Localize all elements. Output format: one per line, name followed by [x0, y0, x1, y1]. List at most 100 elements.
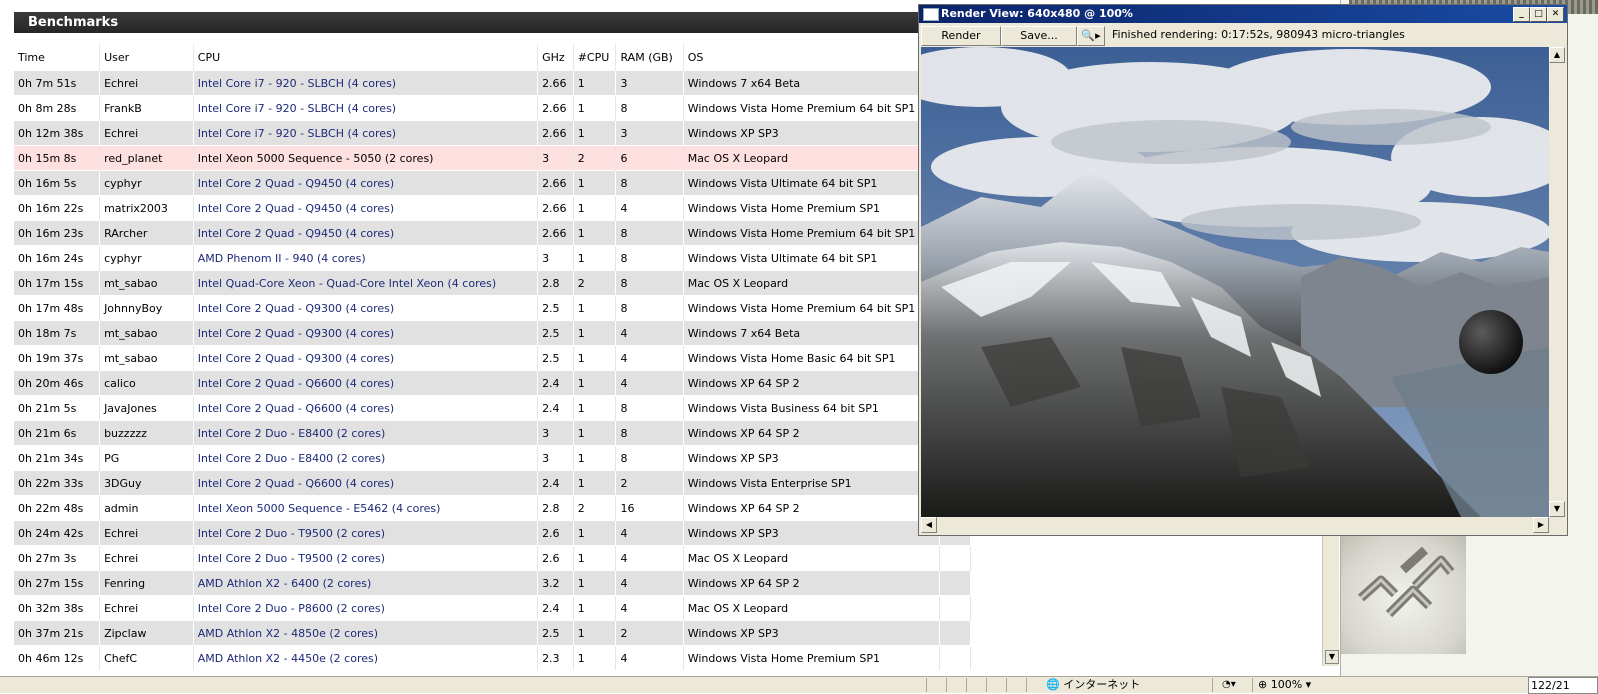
close-icon[interactable]: ✕	[1547, 7, 1564, 22]
cell-cpu[interactable]: Intel Core 2 Duo - E8400 (2 cores)	[193, 445, 539, 471]
render-view-toolbar: Render Save... 🔍▸ Finished rendering: 0:…	[919, 24, 1567, 46]
cell-os: Windows XP 64 SP 2	[683, 495, 941, 521]
table-row: 0h 37m 21s Zipclaw AMD Athlon X2 - 4850e (…	[14, 620, 971, 646]
table-row: 0h 24m 42s Echrei Intel Core 2 Duo - T9500…	[14, 520, 971, 546]
scroll-left-icon[interactable]: ◀	[921, 517, 937, 533]
cell-cpu[interactable]: Intel Quad-Core Xeon - Quad-Core Intel X…	[193, 270, 539, 296]
save-button[interactable]: Save...	[1001, 26, 1077, 46]
cell-cpu[interactable]: Intel Core 2 Quad - Q6600 (4 cores)	[193, 370, 539, 396]
cell-time: 0h 21m 5s	[14, 395, 101, 421]
cell-ram: 16	[615, 495, 684, 521]
cell-cpu[interactable]: AMD Athlon X2 - 4850e (2 cores)	[193, 620, 539, 646]
render-horizontal-scrollbar[interactable]: ◀ ▶	[921, 517, 1549, 533]
cell-cpu[interactable]: Intel Core 2 Quad - Q9450 (4 cores)	[193, 220, 539, 246]
maximize-icon[interactable]: □	[1530, 7, 1547, 22]
cell-cpu[interactable]: Intel Core i7 - 920 - SLBCH (4 cores)	[193, 70, 539, 96]
render-vertical-scrollbar[interactable]: ▲ ▼	[1549, 47, 1565, 517]
cell-ghz: 2.5	[537, 295, 574, 321]
cell-time: 0h 21m 34s	[14, 445, 101, 471]
cell-ncpu: 1	[573, 120, 617, 146]
cell-ghz: 2.66	[537, 220, 574, 246]
protected-mode-icon[interactable]: ◔▾	[1222, 677, 1236, 692]
cell-cpu[interactable]: Intel Core 2 Quad - Q6600 (4 cores)	[193, 395, 539, 421]
cell-os: Windows Vista Home Premium SP1	[683, 195, 941, 221]
table-row: 0h 27m 15s Fenring AMD Athlon X2 - 6400 (2…	[14, 570, 971, 596]
table-row: 0h 46m 12s ChefC AMD Athlon X2 - 4450e (2 …	[14, 645, 971, 670]
cell-cpu[interactable]: Intel Core 2 Duo - E8400 (2 cores)	[193, 420, 539, 446]
cell-ncpu: 2	[573, 145, 617, 171]
cell-ram: 4	[615, 570, 684, 596]
cell-cpu[interactable]: Intel Core 2 Quad - Q9300 (4 cores)	[193, 345, 539, 371]
cell-ncpu: 1	[573, 595, 617, 621]
statusbar-divider	[1006, 678, 1007, 692]
cell-ram: 6	[615, 145, 684, 171]
cell-cpu[interactable]: Intel Core 2 Duo - T9500 (2 cores)	[193, 520, 539, 546]
col-header-user[interactable]: User	[99, 44, 194, 71]
cell-cpu[interactable]: AMD Phenom II - 940 (4 cores)	[193, 245, 539, 271]
cell-user: JohnnyBoy	[99, 295, 194, 321]
cell-time: 0h 32m 38s	[14, 595, 101, 621]
internet-zone-indicator[interactable]: 🌐 インターネット	[1046, 677, 1140, 692]
page-counter: 122/21	[1528, 677, 1598, 694]
scroll-down-icon[interactable]: ▼	[1549, 501, 1565, 517]
cell-ncpu: 1	[573, 570, 617, 596]
cell-os: Windows Vista Home Premium 64 bit SP1	[683, 295, 941, 321]
cell-ram: 8	[615, 395, 684, 421]
cell-ncpu: 1	[573, 320, 617, 346]
cell-cpu[interactable]: Intel Core 2 Quad - Q6600 (4 cores)	[193, 470, 539, 496]
statusbar-divider	[1026, 678, 1027, 692]
cell-extra	[939, 570, 971, 596]
table-row: 0h 8m 28s FrankB Intel Core i7 - 920 - SLB…	[14, 95, 971, 121]
scroll-down-arrow-icon[interactable]: ▼	[1325, 650, 1339, 664]
cell-ghz: 2.66	[537, 170, 574, 196]
table-row: 0h 19m 37s mt_sabao Intel Core 2 Quad - Q9…	[14, 345, 971, 371]
cell-cpu[interactable]: Intel Core 2 Quad - Q9450 (4 cores)	[193, 195, 539, 221]
render-button[interactable]: Render	[921, 26, 1001, 46]
cell-cpu[interactable]: Intel Core 2 Duo - T9500 (2 cores)	[193, 545, 539, 571]
col-header-ghz[interactable]: GHz	[537, 44, 574, 71]
cell-cpu[interactable]: AMD Athlon X2 - 6400 (2 cores)	[193, 570, 539, 596]
cell-cpu[interactable]: Intel Core 2 Duo - P8600 (2 cores)	[193, 595, 539, 621]
page-vertical-scrollbar[interactable]: ▼	[1322, 536, 1339, 666]
cell-extra	[939, 595, 971, 621]
cell-user: Echrei	[99, 120, 194, 146]
cell-ncpu: 2	[573, 495, 617, 521]
table-row: 0h 20m 46s calico Intel Core 2 Quad - Q660…	[14, 370, 971, 396]
cell-cpu[interactable]: Intel Xeon 5000 Sequence - 5050 (2 cores…	[193, 145, 539, 171]
cell-os: Windows 7 x64 Beta	[683, 70, 941, 96]
cell-time: 0h 16m 22s	[14, 195, 101, 221]
cell-time: 0h 22m 48s	[14, 495, 101, 521]
col-header-os[interactable]: OS	[683, 44, 941, 71]
cell-extra	[939, 645, 971, 670]
cell-time: 0h 17m 15s	[14, 270, 101, 296]
cell-ram: 8	[615, 170, 684, 196]
scroll-up-icon[interactable]: ▲	[1549, 47, 1565, 63]
scroll-right-icon[interactable]: ▶	[1533, 517, 1549, 533]
col-header-cpu[interactable]: CPU	[193, 44, 539, 71]
table-row: 0h 27m 3s Echrei Intel Core 2 Duo - T9500 …	[14, 545, 971, 571]
cell-cpu[interactable]: AMD Athlon X2 - 4450e (2 cores)	[193, 645, 539, 670]
cell-ram: 4	[615, 520, 684, 546]
cell-cpu[interactable]: Intel Core 2 Quad - Q9450 (4 cores)	[193, 170, 539, 196]
cell-os: Windows 7 x64 Beta	[683, 320, 941, 346]
cell-cpu[interactable]: Intel Core 2 Quad - Q9300 (4 cores)	[193, 320, 539, 346]
minimize-icon[interactable]: _	[1513, 7, 1530, 22]
col-header-time[interactable]: Time	[14, 44, 101, 71]
cell-cpu[interactable]: Intel Core i7 - 920 - SLBCH (4 cores)	[193, 95, 539, 121]
zoom-level-control[interactable]: ⊕ 100% ▾	[1258, 677, 1311, 692]
col-header-ram[interactable]: RAM (GB)	[615, 44, 684, 71]
cell-cpu[interactable]: Intel Core 2 Quad - Q9300 (4 cores)	[193, 295, 539, 321]
cell-user: mt_sabao	[99, 270, 194, 296]
statusbar-divider	[946, 678, 947, 692]
cell-time: 0h 16m 24s	[14, 245, 101, 271]
col-header-ncpu[interactable]: #CPU	[573, 44, 617, 71]
cell-time: 0h 27m 15s	[14, 570, 101, 596]
zoom-tool-icon[interactable]: 🔍▸	[1077, 26, 1105, 46]
render-view-titlebar[interactable]: Render View: 640x480 @ 100% _ □ ✕	[919, 5, 1567, 23]
cell-cpu[interactable]: Intel Core i7 - 920 - SLBCH (4 cores)	[193, 120, 539, 146]
table-row: 0h 16m 22s matrix2003 Intel Core 2 Quad - …	[14, 195, 971, 221]
cell-time: 0h 20m 46s	[14, 370, 101, 396]
cell-ram: 8	[615, 295, 684, 321]
cell-time: 0h 27m 3s	[14, 545, 101, 571]
cell-cpu[interactable]: Intel Xeon 5000 Sequence - E5462 (4 core…	[193, 495, 539, 521]
